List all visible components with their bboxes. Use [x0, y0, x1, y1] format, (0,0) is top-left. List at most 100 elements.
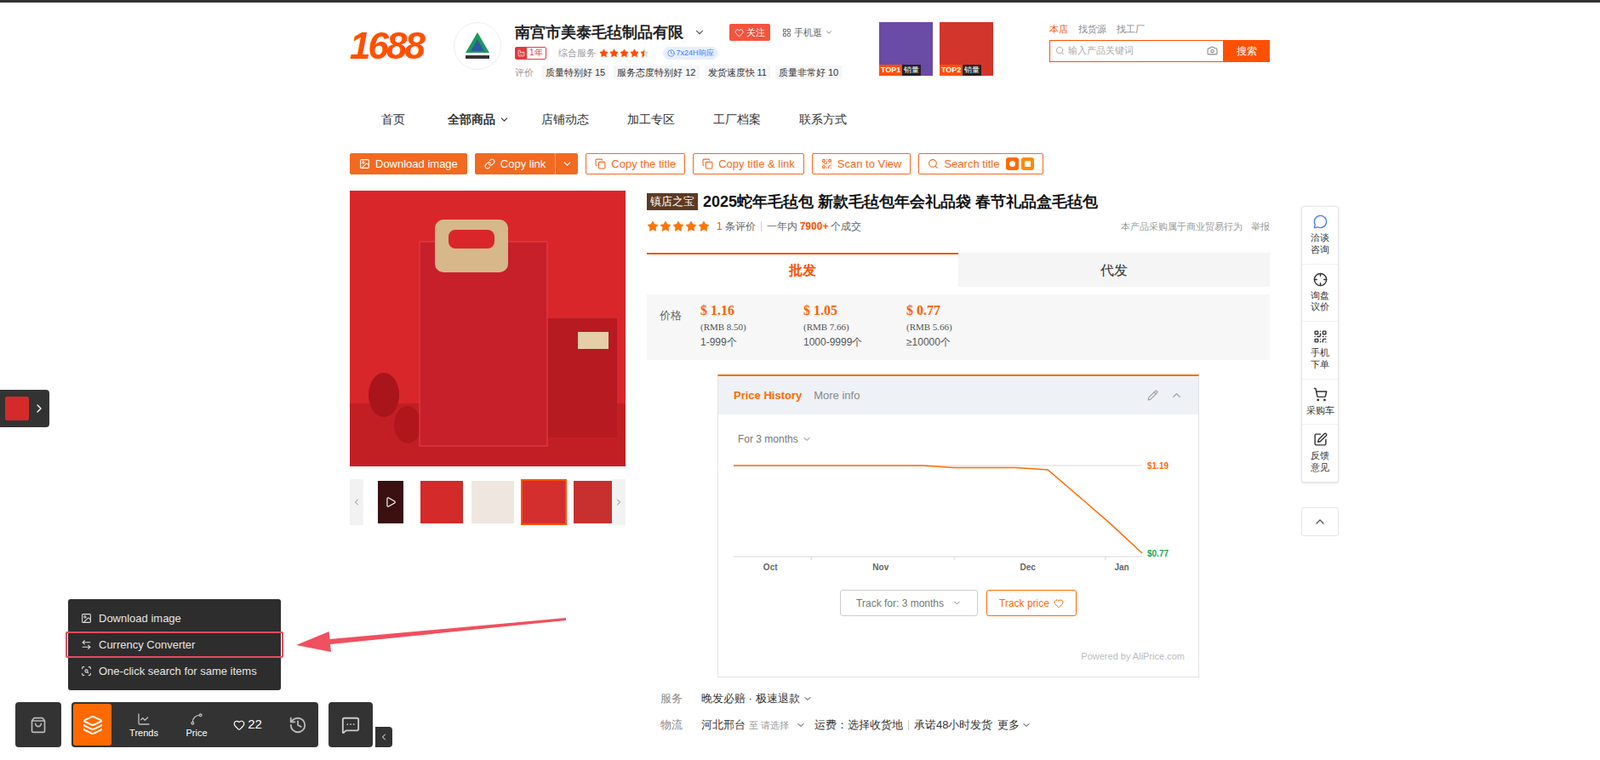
favorites-button[interactable]: 22	[228, 703, 267, 746]
edit-icon[interactable]	[1147, 389, 1159, 401]
store-logo[interactable]	[453, 22, 502, 70]
gallery-thumbnail[interactable]	[520, 479, 567, 526]
side-tool[interactable]: 手机下单	[1302, 320, 1338, 379]
report-link[interactable]: 举报	[1251, 219, 1270, 235]
price-line	[733, 465, 1143, 554]
nav-item[interactable]: 店铺动态	[521, 110, 608, 129]
toolbar-button[interactable]: Copy title & link	[692, 153, 805, 175]
side-tool[interactable]: 询盘议价	[1302, 263, 1338, 322]
x-tick-label: Jan	[1114, 562, 1129, 572]
annotation-arrow-icon	[289, 608, 575, 660]
mobile-link[interactable]: 手机逛	[782, 25, 834, 40]
period-select[interactable]: For 3 months	[737, 431, 1199, 447]
side-tool[interactable]: 采购车	[1302, 378, 1338, 425]
star	[672, 220, 685, 233]
follow-button[interactable]: 关注	[729, 23, 771, 41]
gallery-thumbnail[interactable]	[571, 479, 612, 526]
play-icon	[384, 496, 397, 509]
chat-button[interactable]	[328, 702, 373, 748]
copy-icon	[594, 158, 606, 170]
toolbar-button[interactable]: Scan to View	[811, 153, 912, 175]
nav-item[interactable]: 加工专区	[607, 110, 694, 129]
destination-select[interactable]: 请选择	[760, 718, 806, 733]
product-image[interactable]	[349, 190, 626, 467]
gallery-prev-button[interactable]	[349, 479, 364, 526]
toolbar-button[interactable]: Copy link	[474, 153, 555, 175]
panel-footer[interactable]: Powered by AliPrice.com	[718, 649, 1199, 678]
toolbar-button[interactable]: Copy the title	[585, 153, 686, 175]
star-filled-icon	[659, 220, 672, 233]
copy-link-dropdown[interactable]	[554, 153, 578, 175]
price-tier: $ 1.16(RMB 8.50)1-999个	[700, 302, 804, 350]
collapse-button[interactable]	[375, 726, 393, 748]
collapse-icon[interactable]	[1170, 388, 1183, 402]
popup-menu-item[interactable]: Currency Converter	[65, 631, 284, 658]
top-product[interactable]: TOP1销量	[879, 22, 933, 76]
price-curve-icon	[189, 712, 204, 726]
gallery-thumbnail[interactable]	[418, 479, 465, 526]
toolbar-button[interactable]: Download image	[349, 153, 468, 175]
side-tool[interactable]: 洽谈咨询	[1302, 206, 1338, 264]
camera-icon[interactable]	[1206, 45, 1218, 57]
menu-button[interactable]	[73, 703, 112, 746]
top-product[interactable]: TOP2销量	[939, 22, 994, 76]
gallery-thumbnail[interactable]	[469, 479, 516, 526]
mode-tab[interactable]: 批发	[646, 252, 959, 287]
search-button[interactable]: 搜索	[1223, 40, 1270, 63]
chevron-down-icon	[801, 434, 812, 445]
back-to-top[interactable]	[1301, 507, 1339, 537]
store-name[interactable]: 南宫市美泰毛毡制品有限	[514, 22, 684, 43]
image-icon	[359, 158, 371, 170]
chevron-right-icon	[32, 401, 46, 416]
chevron-left-icon	[351, 497, 362, 508]
side-tool[interactable]: 反馈意见	[1302, 423, 1338, 482]
chevron-down-icon	[795, 720, 806, 731]
price-tier: $ 1.05(RMB 7.66)1000-9999个	[803, 302, 907, 350]
search-scope[interactable]: 本店	[1049, 22, 1069, 37]
image-icon	[80, 612, 92, 624]
site-logo[interactable]: 1688	[349, 27, 426, 65]
gallery-thumbnail[interactable]	[367, 479, 414, 526]
panel-tab[interactable]: Price History	[733, 387, 802, 405]
nav-item[interactable]: 全部商品	[435, 110, 522, 129]
product-badge: 镇店之宝	[646, 193, 698, 211]
service-value[interactable]: 晚发必赔 · 极速退款	[701, 690, 813, 708]
search-scope[interactable]: 找工厂	[1116, 22, 1145, 37]
toolbar-button[interactable]: Search title	[918, 153, 1044, 175]
heart-icon	[734, 28, 744, 38]
trade-notice: 本产品采购属于商业贸易行为	[1120, 219, 1243, 235]
cart-button[interactable]	[15, 702, 62, 748]
response-badge: 7x24H响应	[662, 46, 719, 61]
review-count[interactable]: 1	[716, 218, 723, 235]
gallery-next-button[interactable]	[611, 479, 626, 526]
chevron-up-icon	[1313, 514, 1327, 529]
popup-menu-item[interactable]: Download image	[65, 605, 284, 632]
star-filled-icon	[629, 48, 640, 58]
service-row: 服务晚发必赔 · 极速退款	[646, 690, 1270, 708]
star	[629, 48, 640, 58]
chevron-down-icon	[824, 28, 834, 37]
search-scope[interactable]: 找货源	[1078, 22, 1107, 37]
price-button[interactable]: Price	[176, 703, 218, 746]
trends-button[interactable]: Trends	[123, 703, 165, 746]
left-float-tab[interactable]	[0, 389, 50, 428]
track-period-select[interactable]: Track for: 3 months	[840, 589, 978, 617]
review-label[interactable]: 条评价	[725, 218, 756, 235]
track-price-button[interactable]: Track price	[986, 589, 1077, 617]
nav-item[interactable]: 联系方式	[779, 110, 866, 129]
search-input[interactable]: 输入产品关键词	[1049, 40, 1224, 63]
years-badge: 1年	[514, 46, 547, 60]
panel-tab[interactable]: More info	[813, 387, 860, 405]
mode-tab[interactable]: 代发	[958, 252, 1270, 287]
price-box: 价格$ 1.16(RMB 8.50)1-999个$ 1.05(RMB 7.66)…	[646, 294, 1270, 360]
nav-item[interactable]: 首页	[349, 110, 436, 129]
max-label: $1.19	[1147, 461, 1169, 471]
store-menu-icon[interactable]	[693, 26, 706, 39]
qr-icon	[1313, 329, 1328, 344]
history-button[interactable]	[278, 703, 317, 746]
more-link[interactable]: 更多	[997, 716, 1032, 734]
heart-icon	[1053, 598, 1064, 609]
popup-menu-item[interactable]: One-click search for same items	[65, 657, 284, 685]
nav-item[interactable]: 工厂档案	[693, 110, 780, 129]
review-tag: 质量非常好10	[775, 65, 842, 80]
